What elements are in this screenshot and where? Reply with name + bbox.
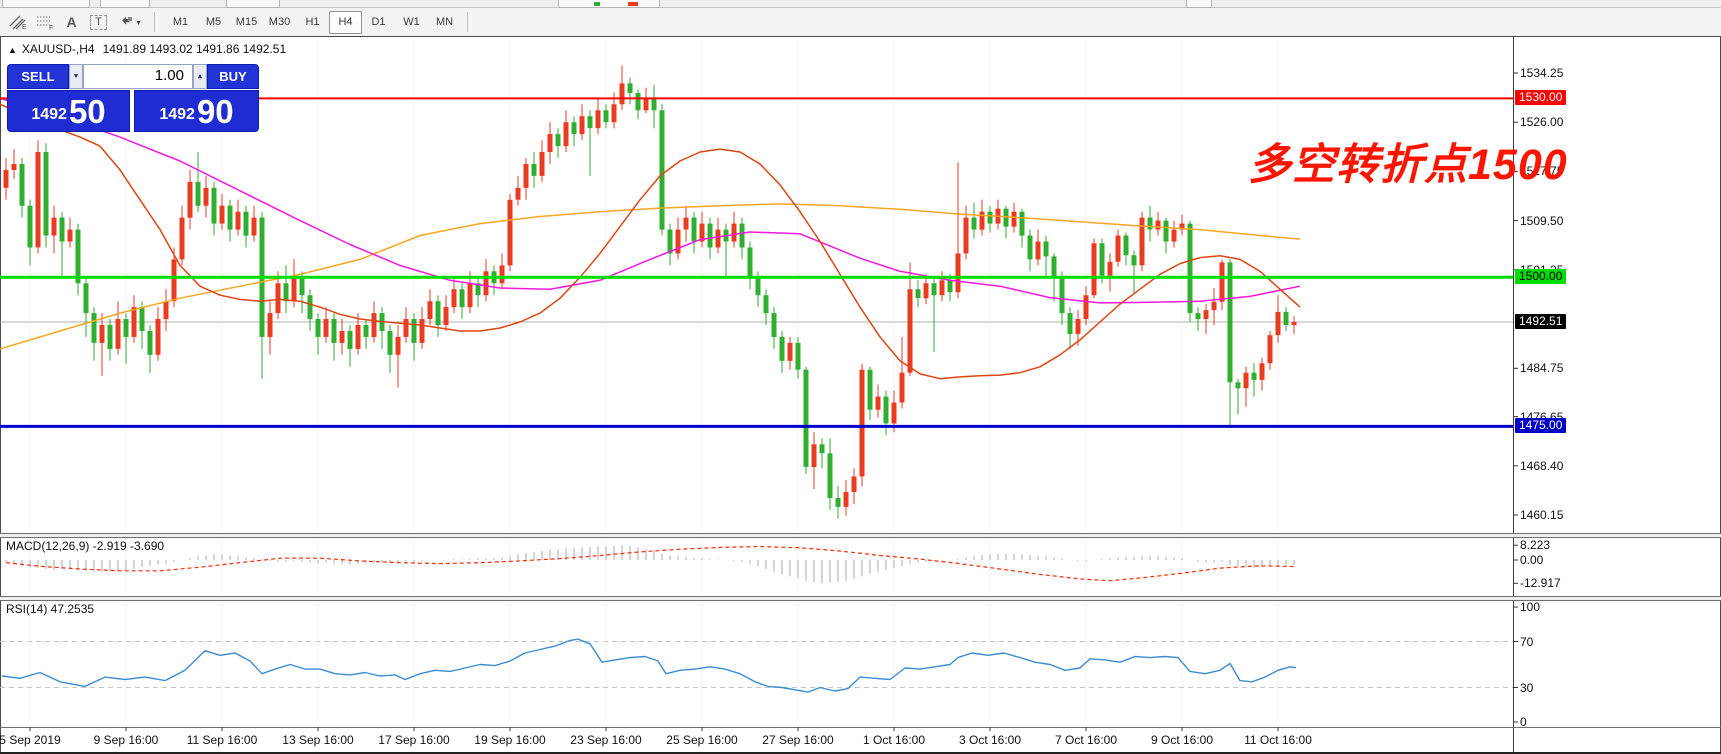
symbol-collapse-arrow[interactable]: ▲ <box>8 45 17 55</box>
rsi-axis-label: 70 <box>1520 635 1534 649</box>
macd-axis-label: -12.917 <box>1520 576 1561 590</box>
time-axis-label: 13 Sep 16:00 <box>282 733 354 747</box>
rsi-axis-label: 0 <box>1520 715 1527 729</box>
time-axis-label: 11 Sep 16:00 <box>186 733 258 747</box>
macd-axis-label: 0.00 <box>1520 553 1544 567</box>
chart-title-line: ▲ XAUUSD-,H4 1491.89 1493.02 1491.86 1492.… <box>8 42 286 56</box>
symbol-title: XAUUSD-,H4 <box>21 42 95 56</box>
time-axis-label: 5 Sep 2019 <box>0 733 61 747</box>
ohlc-values: 1491.89 1493.02 1491.86 1492.51 <box>102 42 287 56</box>
volume-increase-button[interactable]: ▲ <box>193 64 207 89</box>
price-tick-label: 1468.40 <box>1520 459 1564 473</box>
volume-input[interactable]: 1.00 <box>83 64 193 89</box>
volume-decrease-button[interactable]: ▼ <box>69 64 83 89</box>
time-axis-label: 11 Oct 16:00 <box>1244 733 1312 747</box>
macd-indicator-label: MACD(12,26,9) -2.919 -3.690 <box>6 539 165 553</box>
resistance-price-badge: 1530.00 <box>1515 90 1567 105</box>
buy-price-pips: 90 <box>196 93 234 130</box>
sell-price-main: 1492 <box>31 106 67 123</box>
time-axis-label: 7 Oct 16:00 <box>1054 733 1118 747</box>
buy-price-main: 1492 <box>159 106 195 123</box>
pivot-price-badge: 1500.00 <box>1515 269 1567 284</box>
time-axis-label: 9 Sep 16:00 <box>93 733 159 747</box>
time-axis-label: 9 Oct 16:00 <box>1150 733 1214 747</box>
rsi-axis-label: 100 <box>1520 600 1541 614</box>
price-tick-label: 1484.75 <box>1520 361 1564 375</box>
price-tick-label: 1534.25 <box>1520 66 1564 80</box>
chart-text-annotation[interactable]: 多空转折点1500 <box>1248 130 1568 192</box>
time-axis-label: 3 Oct 16:00 <box>958 733 1022 747</box>
price-tick-label: 1460.15 <box>1520 508 1564 522</box>
macd-axis-label: 8.223 <box>1520 538 1551 552</box>
one-click-trading-panel: SELL ▼ 1.00 ▲ BUY 1492 50 1492 90 <box>7 64 259 132</box>
sell-price-pips: 50 <box>68 93 106 130</box>
buy-button[interactable]: BUY <box>207 64 259 89</box>
time-axis-label: 1 Oct 16:00 <box>862 733 926 747</box>
price-tick-label: 1509.50 <box>1520 214 1564 228</box>
time-axis-label: 19 Sep 16:00 <box>474 733 546 747</box>
time-axis-label: 23 Sep 16:00 <box>570 733 642 747</box>
bid-price-badge: 1492.51 <box>1515 314 1567 329</box>
rsi-axis-label: 30 <box>1520 681 1534 695</box>
time-axis-label: 25 Sep 16:00 <box>666 733 738 747</box>
buy-price-display[interactable]: 1492 90 <box>134 90 259 132</box>
sell-price-display[interactable]: 1492 50 <box>7 90 130 132</box>
support-price-badge: 1475.00 <box>1515 418 1567 433</box>
time-axis-label: 17 Sep 16:00 <box>378 733 450 747</box>
time-axis-label: 27 Sep 16:00 <box>762 733 834 747</box>
sell-button[interactable]: SELL <box>7 64 69 89</box>
rsi-indicator-label: RSI(14) 47.2535 <box>6 602 95 616</box>
price-tick-label: 1526.00 <box>1520 115 1564 129</box>
